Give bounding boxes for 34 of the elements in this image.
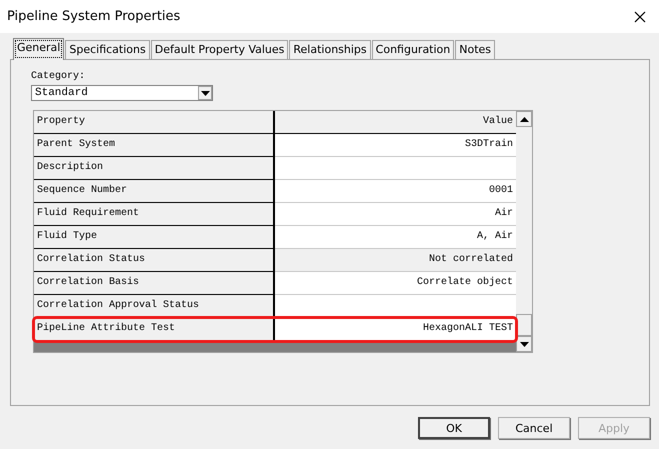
vertical-scrollbar[interactable] <box>516 111 532 352</box>
dialog-button[interactable]: Cancel <box>498 417 570 439</box>
value-cell[interactable]: Air <box>275 203 516 226</box>
category-dropdown[interactable]: Standard <box>31 85 213 101</box>
column-header[interactable]: Property <box>34 111 275 134</box>
tab[interactable]: Default Property Values <box>150 40 288 59</box>
value-cell[interactable]: Correlate object <box>275 272 516 295</box>
value-cell[interactable]: A, Air <box>275 226 516 249</box>
scroll-thumb[interactable] <box>516 314 532 336</box>
close-icon[interactable] <box>634 10 646 22</box>
scroll-up-icon[interactable] <box>516 111 532 127</box>
tab[interactable]: Notes <box>455 40 496 59</box>
tab[interactable]: Relationships <box>289 40 371 59</box>
tab[interactable]: Specifications <box>65 40 150 59</box>
dialog-button[interactable]: OK <box>418 417 490 439</box>
value-cell[interactable]: S3DTrain <box>275 134 516 157</box>
tab[interactable]: Configuration <box>372 40 454 59</box>
value-cell[interactable]: 0001 <box>275 180 516 203</box>
value-cell[interactable] <box>275 157 516 180</box>
property-cell: Correlation Approval Status <box>34 295 275 318</box>
window-title: Pipeline System Properties <box>7 9 180 24</box>
property-cell: Sequence Number <box>34 180 275 203</box>
highlighted-row[interactable]: PipeLine Attribute Test HexagonALI TEST <box>34 318 516 341</box>
property-cell: Description <box>34 157 275 180</box>
value-cell[interactable] <box>275 295 516 318</box>
tab[interactable]: General <box>13 38 64 60</box>
property-cell: Correlation Basis <box>34 272 275 295</box>
property-cell: Fluid Type <box>34 226 275 249</box>
value-cell[interactable]: HexagonALI TEST <box>275 318 516 341</box>
property-cell: Fluid Requirement <box>34 203 275 226</box>
scroll-down-icon[interactable] <box>516 336 532 352</box>
category-label: Category: <box>31 71 86 84</box>
property-cell: Correlation Status <box>34 249 275 272</box>
property-cell: Parent System <box>34 134 275 157</box>
